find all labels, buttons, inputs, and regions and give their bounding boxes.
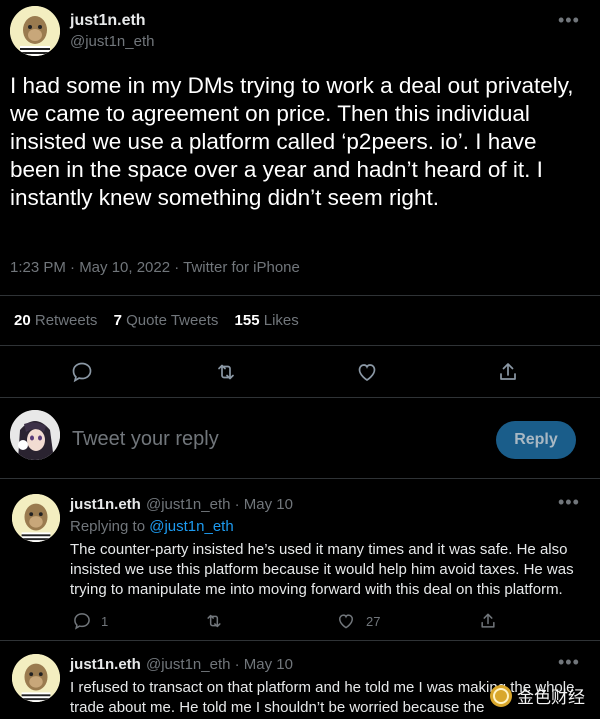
quotes-count: 7	[113, 312, 122, 329]
reply-handle-time[interactable]: @just1n_eth · May 10	[146, 656, 293, 673]
author-handle[interactable]: @just1n_eth	[70, 33, 154, 50]
likes-count: 155	[234, 312, 260, 329]
tweet-timestamp[interactable]: 1:23 PM · May 10, 2022 · Twitter for iPh…	[10, 259, 300, 276]
replying-to: Replying to @just1n_eth	[70, 518, 234, 535]
heart-icon[interactable]	[336, 611, 356, 631]
divider	[0, 345, 600, 346]
tweet-stats: 20 Retweets 7 Quote Tweets 155 Likes	[14, 312, 311, 329]
reply-count: 1	[101, 614, 109, 629]
author-avatar[interactable]	[10, 6, 60, 56]
tweet-text: I had some in my DMs trying to work a de…	[10, 73, 574, 210]
reply-avatar[interactable]	[12, 654, 60, 702]
reply-button[interactable]: Reply	[496, 421, 576, 459]
reply-icon[interactable]	[70, 360, 94, 384]
like-count: 27	[366, 614, 381, 629]
more-icon[interactable]: •••	[558, 10, 580, 31]
retweets-label: Retweets	[34, 312, 98, 329]
quotes-stat[interactable]: 7 Quote Tweets	[114, 312, 219, 329]
retweet-icon[interactable]	[214, 360, 238, 384]
share-icon[interactable]	[478, 611, 498, 631]
reply-avatar[interactable]	[12, 494, 60, 542]
replying-to-label: Replying to	[70, 518, 146, 535]
divider	[0, 295, 600, 296]
watermark-logo: 金色财经	[489, 683, 585, 708]
reply-handle-time[interactable]: @just1n_eth · May 10	[146, 496, 293, 513]
share-icon[interactable]	[496, 360, 520, 384]
reply-text: The counter-party insisted he’s used it …	[70, 541, 574, 598]
retweet-icon[interactable]	[204, 611, 224, 631]
divider	[0, 640, 600, 641]
more-icon[interactable]: •••	[558, 652, 580, 673]
retweets-count: 20	[14, 312, 31, 329]
reply-icon[interactable]	[72, 611, 92, 631]
user-avatar[interactable]	[10, 410, 60, 460]
coin-logo-icon	[490, 684, 512, 707]
replying-to-link[interactable]: @just1n_eth	[149, 518, 233, 535]
likes-stat[interactable]: 155 Likes	[235, 312, 299, 329]
reply-author-name[interactable]: just1n.eth	[70, 496, 141, 513]
divider	[0, 397, 600, 398]
heart-icon[interactable]	[355, 360, 379, 384]
quotes-label: Quote Tweets	[126, 312, 219, 329]
author-name[interactable]: just1n.eth	[70, 12, 146, 30]
reply-author-name[interactable]: just1n.eth	[70, 656, 141, 673]
watermark-text: 金色财经	[517, 688, 585, 708]
likes-label: Likes	[263, 312, 299, 329]
retweets-stat[interactable]: 20 Retweets	[14, 312, 97, 329]
more-icon[interactable]: •••	[558, 492, 580, 513]
reply-input[interactable]: Tweet your reply	[72, 428, 219, 451]
divider	[0, 478, 600, 479]
